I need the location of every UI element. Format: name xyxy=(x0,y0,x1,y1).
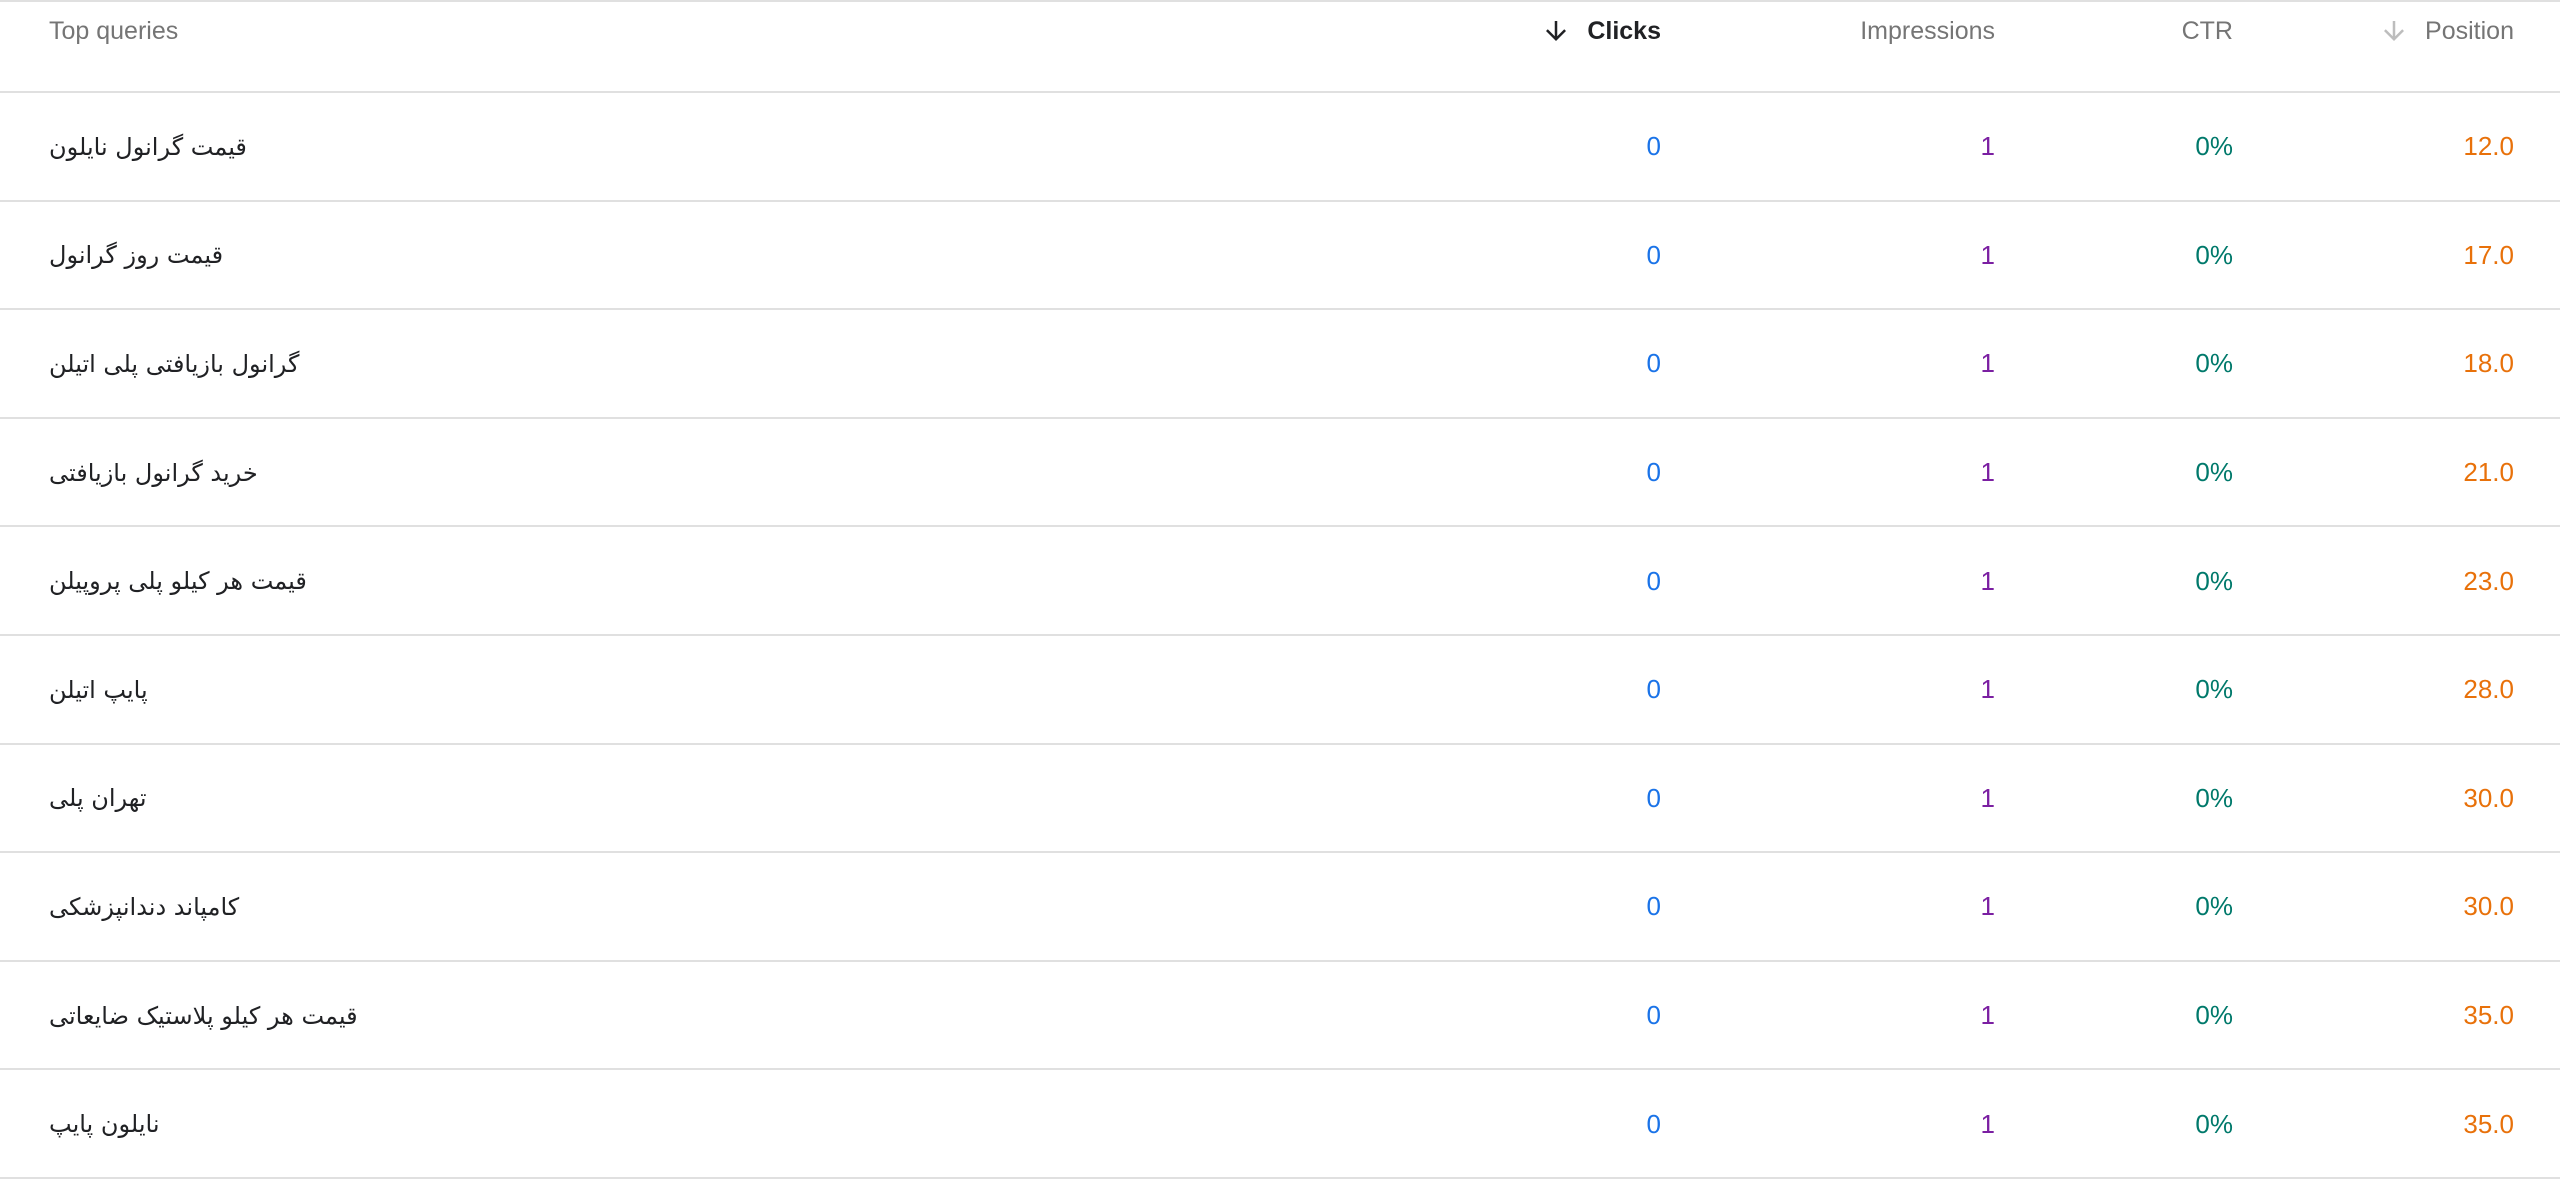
ctr-value: 0% xyxy=(2195,782,2233,813)
clicks-value: 0 xyxy=(1646,674,1661,705)
clicks-value: 0 xyxy=(1646,782,1661,813)
ctr-value: 0% xyxy=(2195,457,2233,488)
position-value: 21.0 xyxy=(2463,457,2514,488)
query-text[interactable]: کامپاند دندانپزشکی xyxy=(49,892,239,922)
position-value: 28.0 xyxy=(2463,674,2514,705)
header-clicks[interactable]: Clicks xyxy=(1360,16,1661,46)
impressions-value: 1 xyxy=(1980,348,1995,379)
impressions-value: 1 xyxy=(1980,131,1995,162)
table-row[interactable]: پایپ اتیلن 0 1 0% 28.0 xyxy=(0,636,2560,745)
table-row[interactable]: گرانول بازیافتی پلی اتیلن 0 1 0% 18.0 xyxy=(0,310,2560,419)
clicks-value: 0 xyxy=(1646,891,1661,922)
query-text[interactable]: پایپ اتیلن xyxy=(49,675,148,705)
impressions-value: 1 xyxy=(1980,457,1995,488)
query-text[interactable]: قیمت روز گرانول xyxy=(49,240,223,270)
query-cell: قیمت هر کیلو پلاستیک ضایعاتی xyxy=(0,1000,1360,1031)
header-impressions[interactable]: Impressions xyxy=(1661,16,1995,46)
query-cell: پایپ اتیلن xyxy=(0,674,1360,705)
query-cell: کامپاند دندانپزشکی xyxy=(0,891,1360,922)
impressions-value: 1 xyxy=(1980,674,1995,705)
table-row[interactable]: نایلون پایپ 0 1 0% 35.0 xyxy=(0,1070,2560,1179)
query-text[interactable]: گرانول بازیافتی پلی اتیلن xyxy=(49,349,299,379)
clicks-value: 0 xyxy=(1646,348,1661,379)
ctr-value: 0% xyxy=(2195,1000,2233,1031)
position-value: 30.0 xyxy=(2463,891,2514,922)
top-queries-table: Top queries Clicks Impressions CTR Posit… xyxy=(0,0,2560,1179)
query-text[interactable]: خرید گرانول بازیافتی xyxy=(49,458,258,488)
table-row[interactable]: کامپاند دندانپزشکی 0 1 0% 30.0 xyxy=(0,853,2560,962)
table-row[interactable]: تهران پلی 0 1 0% 30.0 xyxy=(0,745,2560,854)
ctr-value: 0% xyxy=(2195,131,2233,162)
ctr-value: 0% xyxy=(2195,1108,2233,1139)
clicks-value: 0 xyxy=(1646,239,1661,270)
header-top-queries[interactable]: Top queries xyxy=(0,16,1360,46)
query-cell: قیمت هر کیلو پلی پروپیلن xyxy=(0,565,1360,596)
position-value: 35.0 xyxy=(2463,1108,2514,1139)
ctr-value: 0% xyxy=(2195,348,2233,379)
impressions-value: 1 xyxy=(1980,1108,1995,1139)
query-cell: خرید گرانول بازیافتی xyxy=(0,457,1360,488)
clicks-value: 0 xyxy=(1646,457,1661,488)
position-value: 35.0 xyxy=(2463,1000,2514,1031)
position-value: 23.0 xyxy=(2463,565,2514,596)
clicks-value: 0 xyxy=(1646,1108,1661,1139)
query-cell: گرانول بازیافتی پلی اتیلن xyxy=(0,348,1360,379)
table-row[interactable]: قیمت روز گرانول 0 1 0% 17.0 xyxy=(0,202,2560,311)
query-text[interactable]: قیمت هر کیلو پلی پروپیلن xyxy=(49,566,307,596)
table-header-row: Top queries Clicks Impressions CTR Posit… xyxy=(0,2,2560,93)
clicks-value: 0 xyxy=(1646,1000,1661,1031)
query-text[interactable]: تهران پلی xyxy=(49,783,147,813)
position-value: 17.0 xyxy=(2463,239,2514,270)
position-value: 18.0 xyxy=(2463,348,2514,379)
table-row[interactable]: قیمت هر کیلو پلی پروپیلن 0 1 0% 23.0 xyxy=(0,527,2560,636)
clicks-value: 0 xyxy=(1646,565,1661,596)
query-cell: تهران پلی xyxy=(0,782,1360,813)
arrow-down-icon xyxy=(2384,21,2405,41)
position-value: 30.0 xyxy=(2463,782,2514,813)
header-clicks-label: Clicks xyxy=(1587,17,1661,45)
ctr-value: 0% xyxy=(2195,239,2233,270)
position-value: 12.0 xyxy=(2463,131,2514,162)
table-row[interactable]: قیمت گرانول نایلون 0 1 0% 12.0 xyxy=(0,93,2560,202)
query-text[interactable]: قیمت هر کیلو پلاستیک ضایعاتی xyxy=(49,1001,358,1031)
ctr-value: 0% xyxy=(2195,565,2233,596)
query-cell: نایلون پایپ xyxy=(0,1108,1360,1139)
query-cell: قیمت روز گرانول xyxy=(0,239,1360,270)
impressions-value: 1 xyxy=(1980,782,1995,813)
impressions-value: 1 xyxy=(1980,891,1995,922)
query-cell: قیمت گرانول نایلون xyxy=(0,131,1360,162)
arrow-down-icon xyxy=(1546,21,1567,41)
query-text[interactable]: قیمت گرانول نایلون xyxy=(49,132,247,162)
ctr-value: 0% xyxy=(2195,891,2233,922)
query-text[interactable]: نایلون پایپ xyxy=(49,1109,160,1139)
header-position[interactable]: Position xyxy=(2233,16,2514,46)
table-row[interactable]: قیمت هر کیلو پلاستیک ضایعاتی 0 1 0% 35.0 xyxy=(0,962,2560,1071)
impressions-value: 1 xyxy=(1980,565,1995,596)
impressions-value: 1 xyxy=(1980,1000,1995,1031)
header-ctr[interactable]: CTR xyxy=(1995,16,2233,46)
ctr-value: 0% xyxy=(2195,674,2233,705)
header-position-label: Position xyxy=(2425,17,2514,45)
clicks-value: 0 xyxy=(1646,131,1661,162)
table-body: قیمت گرانول نایلون 0 1 0% 12.0 قیمت روز … xyxy=(0,93,2560,1179)
table-row[interactable]: خرید گرانول بازیافتی 0 1 0% 21.0 xyxy=(0,419,2560,528)
impressions-value: 1 xyxy=(1980,239,1995,270)
